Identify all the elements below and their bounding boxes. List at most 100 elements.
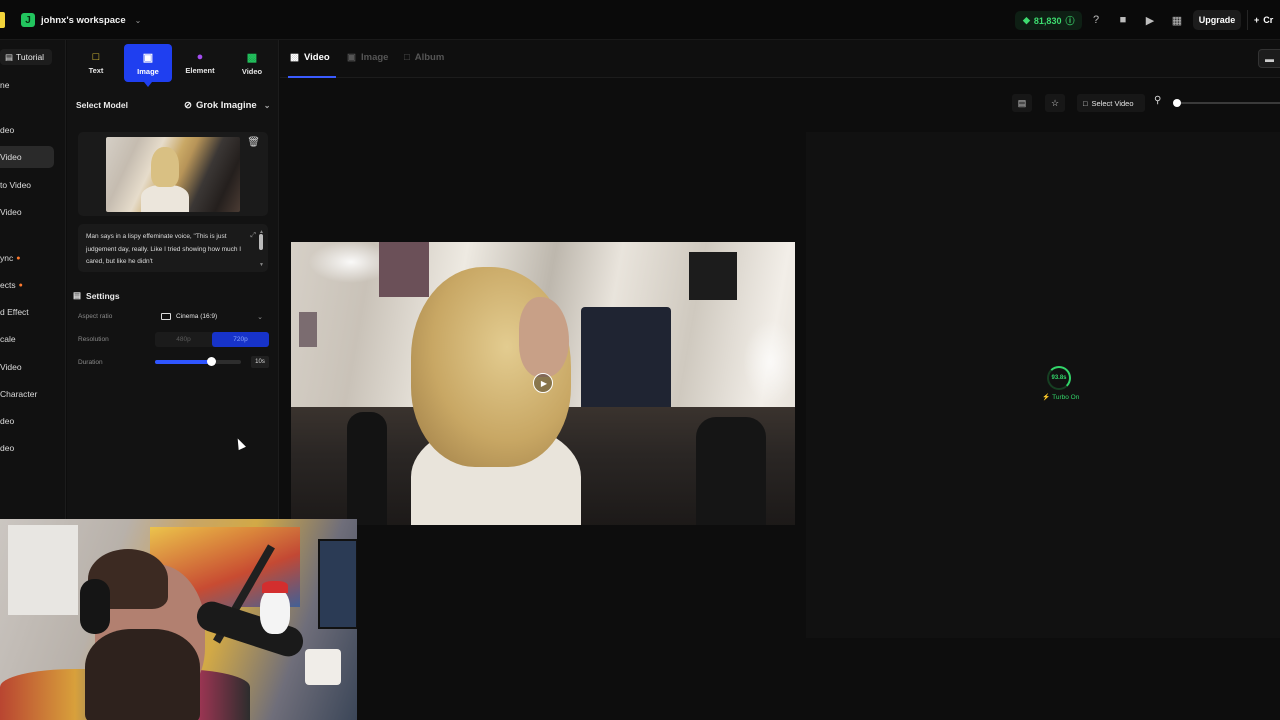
- nav-item[interactable]: to Video: [0, 174, 54, 196]
- generation-progress-ring: 93.8s: [1047, 366, 1071, 390]
- nav-item[interactable]: cale: [0, 328, 54, 350]
- aspect-ratio-dropdown[interactable]: Cinema (16:9) ⌄: [155, 309, 269, 324]
- text-icon: □: [92, 51, 100, 63]
- play-icon[interactable]: ▶: [533, 373, 553, 393]
- tab-label: Album: [414, 52, 445, 63]
- duration-value: 10s: [251, 356, 269, 368]
- mode-video[interactable]: ▩ Video: [228, 44, 276, 82]
- nav-item-label: d Effect: [0, 307, 29, 317]
- desk-figurine-hat: [262, 581, 288, 593]
- webcam-bg-window: [8, 525, 78, 615]
- star-icon[interactable]: ☆: [1045, 94, 1065, 112]
- lightning-icon: ⚡: [1042, 394, 1051, 401]
- sliders-icon: ▤: [73, 290, 82, 300]
- workspace-switcher[interactable]: J johnx's workspace ⌄: [17, 10, 149, 30]
- tab-label: Video: [303, 52, 330, 63]
- image-icon: ▣: [142, 51, 154, 64]
- tab-image[interactable]: ▣ Image: [347, 52, 388, 63]
- thumb-hair: [151, 147, 179, 187]
- nav-item[interactable]: Video: [0, 356, 54, 378]
- feedback-button[interactable]: ▬: [1258, 49, 1280, 68]
- mode-label: Text: [88, 66, 104, 75]
- video-library-icon[interactable]: ▶: [1140, 11, 1160, 29]
- resolution-toggle: 480p 720p: [155, 332, 269, 347]
- resolution-option-720p[interactable]: 720p: [212, 332, 269, 347]
- settings-header[interactable]: ▤ Settings: [73, 290, 120, 301]
- gift-icon[interactable]: ▦: [1167, 11, 1187, 29]
- mode-image[interactable]: ▣ Image: [124, 44, 172, 87]
- nav-item[interactable]: deo: [0, 437, 54, 459]
- nav-item-label: Video: [0, 207, 22, 217]
- expand-icon[interactable]: ⤢: [250, 230, 256, 243]
- webcam-bg-monitor: [318, 539, 357, 629]
- model-value: Grok Imagine: [195, 99, 257, 111]
- nav-item-label: Character: [0, 389, 38, 399]
- generation-placeholder: [806, 132, 1280, 638]
- nav-item[interactable]: deo: [0, 119, 54, 141]
- thumb-shirt: [141, 185, 189, 212]
- nav-item-label: deo: [0, 416, 15, 426]
- chevron-down-icon: ⌄: [134, 15, 142, 25]
- nav-item[interactable]: ync ●: [0, 247, 54, 269]
- discord-icon[interactable]: ■: [1113, 11, 1133, 29]
- prompt-text: Man says in a lispy effeminate voice, "T…: [86, 233, 242, 265]
- credits-value: 81,830: [1033, 15, 1062, 26]
- credits-badge[interactable]: ◆ 81,830 ⓘ: [1015, 11, 1083, 30]
- nav-item[interactable]: Video: [0, 201, 54, 223]
- nav-item[interactable]: Character: [0, 383, 54, 405]
- tab-video[interactable]: ▩ Video: [290, 52, 330, 63]
- zoom-icon: ⚲: [1154, 95, 1162, 106]
- select-video-button[interactable]: □ Select Video: [1077, 94, 1145, 112]
- model-dropdown[interactable]: ⊘ Grok Imagine ⌄: [180, 95, 272, 115]
- info-icon: ⓘ: [1065, 16, 1075, 26]
- duration-slider[interactable]: [155, 357, 241, 366]
- bg-chair: [696, 417, 766, 525]
- nav-item-image-to-video[interactable]: Video: [0, 146, 54, 168]
- zoom-slider[interactable]: [1176, 102, 1280, 104]
- active-caret: [144, 82, 152, 87]
- nav-item[interactable]: d Effect: [0, 301, 54, 323]
- tab-album[interactable]: □ Album: [404, 52, 444, 63]
- zoom-slider-handle[interactable]: [1173, 99, 1181, 107]
- element-icon: ●: [196, 51, 204, 63]
- reference-image-slot[interactable]: 🗑: [78, 132, 268, 216]
- nav-item-label: deo: [0, 443, 15, 453]
- select-icon: □: [1083, 98, 1088, 108]
- layout-icon[interactable]: ▤: [1012, 94, 1032, 112]
- create-label: Cr: [1263, 15, 1274, 25]
- scroll-down-icon[interactable]: ▼: [259, 259, 264, 272]
- duration-slider-handle[interactable]: [206, 357, 216, 366]
- prompt-textarea[interactable]: Man says in a lispy effeminate voice, "T…: [78, 224, 268, 272]
- mode-element[interactable]: ● Element: [176, 44, 224, 82]
- nav-item[interactable]: ne: [0, 74, 54, 96]
- mode-selector: □ Text ▣ Image ● Element ▩ Video: [67, 44, 279, 87]
- nav-item[interactable]: ects ●: [0, 274, 54, 296]
- duration-label: Duration: [78, 359, 103, 366]
- duration-slider-fill: [155, 360, 211, 364]
- folder-icon: □: [404, 52, 410, 63]
- mode-label: Image: [137, 66, 159, 76]
- resolution-option-480p[interactable]: 480p: [155, 332, 212, 347]
- tab-label: Image: [360, 52, 389, 63]
- upgrade-button[interactable]: Upgrade: [1193, 10, 1241, 30]
- nav-item-label: cale: [0, 334, 16, 344]
- trash-icon[interactable]: 🗑: [247, 137, 260, 148]
- nav-item-label: ync: [0, 253, 14, 263]
- app-logo[interactable]: [0, 12, 5, 28]
- generated-video-preview[interactable]: ▶: [291, 242, 795, 525]
- chat-icon: ▬: [1265, 53, 1274, 64]
- scrollbar-thumb[interactable]: [259, 234, 263, 250]
- nav-item-label: deo: [0, 125, 15, 135]
- fire-icon: ●: [16, 254, 21, 262]
- fire-icon: ●: [18, 281, 23, 289]
- active-tab-indicator: [288, 76, 336, 78]
- mode-text[interactable]: □ Text: [72, 44, 120, 82]
- tutorial-button[interactable]: ▤ Tutorial: [0, 49, 52, 65]
- bg-chair: [347, 412, 387, 525]
- nav-item-label: ne: [0, 80, 10, 90]
- headset-icon: [80, 579, 110, 634]
- image-tab-icon: ▣: [347, 52, 356, 63]
- help-icon[interactable]: ?: [1086, 11, 1106, 29]
- create-button[interactable]: + Cr: [1247, 10, 1280, 30]
- nav-item[interactable]: deo: [0, 410, 54, 432]
